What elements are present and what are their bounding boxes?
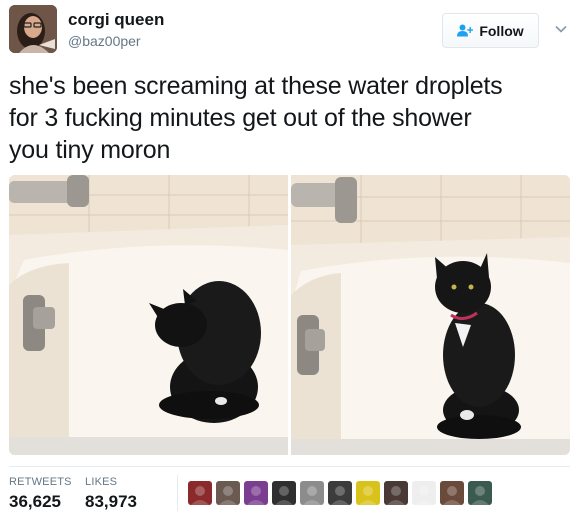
liker-avatar[interactable] [188,481,212,505]
tweet-stats: RETWEETS 36,625 LIKES 83,973 [9,466,570,516]
tweet-photo[interactable] [291,175,570,455]
tweet-text-line: you tiny moron [9,136,171,164]
liker-avatars [177,475,492,511]
tweet-header: corgi queen @baz00per Follow [0,0,579,62]
likes-count: 83,973 [85,492,137,511]
liker-avatar[interactable] [272,481,296,505]
retweets-label: RETWEETS [9,476,72,488]
tweet-text: she's been screaming at these water drop… [9,70,574,166]
liker-avatar[interactable] [440,481,464,505]
retweets-stat[interactable]: RETWEETS 36,625 [9,476,72,512]
cat-bathtub-photo [291,175,570,455]
chevron-down-icon[interactable] [554,22,568,36]
tweet-text-line: she's been screaming at these water drop… [9,72,503,100]
likes-stat[interactable]: LIKES 83,973 [85,476,137,512]
follow-button[interactable]: Follow [442,13,539,48]
liker-avatar[interactable] [300,481,324,505]
retweets-count: 36,625 [9,492,61,511]
liker-avatar[interactable] [216,481,240,505]
follow-button-label: Follow [479,22,524,39]
display-name[interactable]: corgi queen [68,10,164,30]
avatar-photo [9,5,57,53]
tweet-text-line: for 3 fucking minutes get out of the sho… [9,104,472,132]
user-handle[interactable]: @baz00per [68,33,141,49]
liker-avatar[interactable] [328,481,352,505]
liker-avatar[interactable] [412,481,436,505]
liker-avatar[interactable] [468,481,492,505]
cat-bathtub-photo [9,175,288,455]
tweet-media [9,175,570,455]
avatar[interactable] [9,5,57,53]
add-user-icon [457,24,474,37]
liker-avatar[interactable] [356,481,380,505]
liker-avatar[interactable] [384,481,408,505]
liker-avatar[interactable] [244,481,268,505]
tweet-photo[interactable] [9,175,288,455]
likes-label: LIKES [85,476,118,488]
